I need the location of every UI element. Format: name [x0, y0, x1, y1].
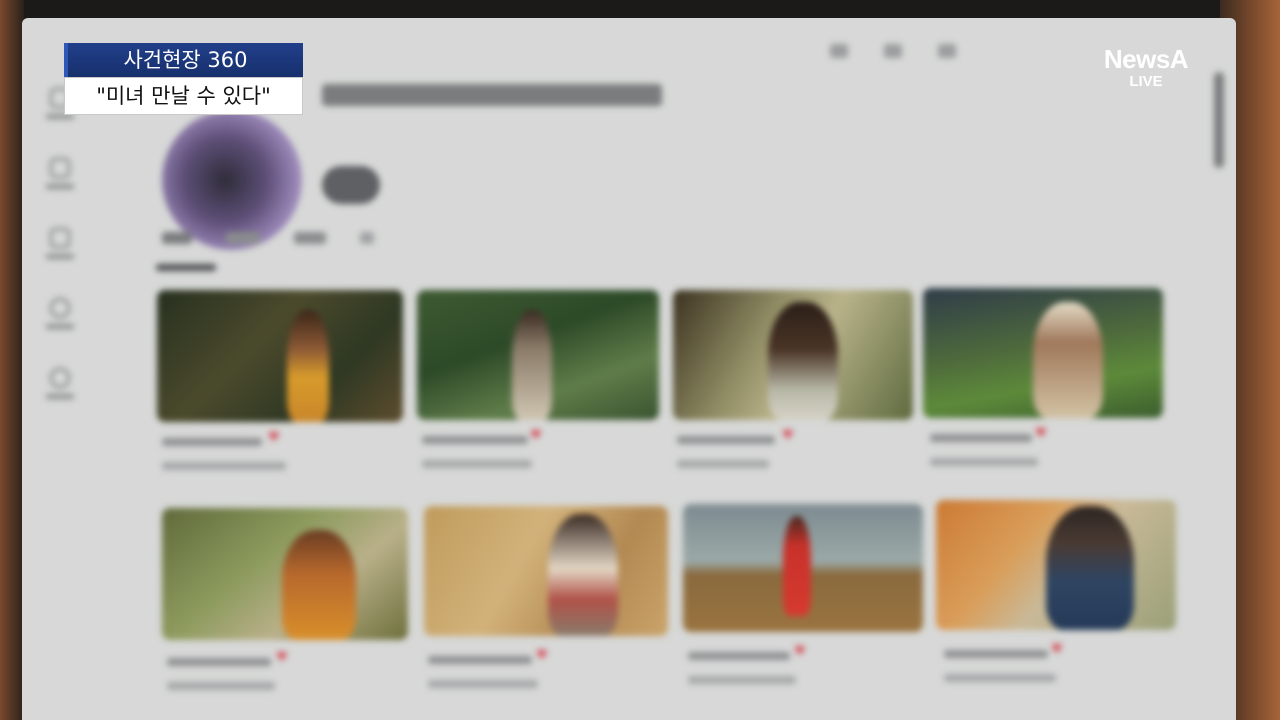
heart-icon: ♥: [782, 428, 794, 443]
sidebar-item-account[interactable]: [40, 298, 80, 368]
tab-home[interactable]: [162, 232, 192, 244]
heart-icon: ♥: [268, 430, 280, 445]
heart-icon: ♥: [1051, 642, 1063, 657]
video-stats: [944, 674, 1056, 682]
blurred-video-channel-page: ♥ ♥ ♥ ♥ ♥ ♥ ♥ ♥: [22, 18, 1236, 720]
tab-community[interactable]: [294, 232, 326, 244]
heart-icon: ♥: [536, 648, 548, 663]
channel-avatar[interactable]: [162, 110, 302, 250]
thumbnail-figure: [783, 516, 811, 616]
thumbnail-figure: [1046, 506, 1134, 630]
sidebar-label: [46, 394, 74, 399]
video-stats: [162, 462, 286, 470]
channel-name: [322, 84, 662, 106]
heart-icon: ♥: [276, 650, 288, 665]
thumbnail-figure: [1033, 302, 1103, 418]
video-title[interactable]: [688, 652, 790, 660]
cast-icon[interactable]: [830, 44, 848, 58]
video-thumbnail[interactable]: [683, 504, 923, 632]
video-stats: [677, 460, 769, 468]
video-thumbnail[interactable]: [936, 500, 1176, 630]
heart-icon: ♥: [530, 428, 542, 443]
live-label: LIVE: [1129, 73, 1163, 90]
quote-caption: "미녀 만날 수 있다": [64, 77, 303, 115]
thumbnail-figure: [287, 310, 329, 422]
top-bar-icons: [830, 44, 956, 58]
video-stats: [688, 676, 796, 684]
thumbnail-figure: [768, 302, 838, 420]
video-stats: [422, 460, 532, 468]
video-title[interactable]: [422, 436, 528, 444]
sidebar-item-subscriptions[interactable]: [40, 228, 80, 298]
heart-icon: ♥: [794, 644, 806, 659]
video-title[interactable]: [677, 436, 775, 444]
monitor-left-bezel: [0, 0, 24, 720]
video-stats: [167, 682, 275, 690]
thumbnail-figure: [282, 530, 356, 640]
sidebar-label: [46, 254, 74, 259]
monitor-screen: ♥ ♥ ♥ ♥ ♥ ♥ ♥ ♥: [22, 18, 1236, 720]
account-icon: [50, 298, 70, 318]
video-title[interactable]: [162, 438, 262, 446]
subscriptions-icon: [50, 228, 70, 248]
video-thumbnail[interactable]: [417, 290, 659, 420]
video-thumbnail[interactable]: [162, 508, 408, 640]
sidebar-label: [46, 184, 74, 189]
sidebar-label: [46, 324, 74, 329]
video-thumbnail[interactable]: [157, 290, 403, 422]
video-title[interactable]: [428, 656, 532, 664]
video-thumbnail[interactable]: [673, 290, 913, 420]
subscribe-button[interactable]: [322, 166, 380, 204]
scrollbar[interactable]: [1214, 72, 1224, 168]
heart-icon: ♥: [1035, 426, 1047, 441]
channel-tabs: [162, 232, 374, 244]
shorts-icon: [50, 158, 70, 178]
video-title[interactable]: [930, 434, 1032, 442]
video-title[interactable]: [167, 658, 271, 666]
program-title: 사건현장 360: [64, 43, 303, 77]
avatar-icon[interactable]: [938, 44, 956, 58]
news-caption: 사건현장 360 "미녀 만날 수 있다": [64, 43, 303, 115]
sidebar-item-history[interactable]: [40, 368, 80, 438]
active-tab-indicator: [156, 264, 216, 271]
tab-search[interactable]: [360, 232, 374, 244]
video-thumbnail[interactable]: [424, 506, 668, 636]
thumbnail-figure: [548, 514, 618, 636]
sidebar: [40, 88, 80, 438]
sidebar-item-shorts[interactable]: [40, 158, 80, 228]
video-thumbnail[interactable]: [923, 288, 1163, 418]
history-icon: [50, 368, 70, 388]
notification-icon[interactable]: [884, 44, 902, 58]
thumbnail-figure: [512, 310, 552, 420]
logo-brand: NewsA: [1103, 44, 1189, 74]
broadcaster-logo: NewsA LIVE: [1091, 44, 1201, 90]
tab-videos[interactable]: [226, 232, 260, 244]
video-title[interactable]: [944, 650, 1048, 658]
video-stats: [930, 458, 1038, 466]
video-stats: [428, 680, 538, 688]
